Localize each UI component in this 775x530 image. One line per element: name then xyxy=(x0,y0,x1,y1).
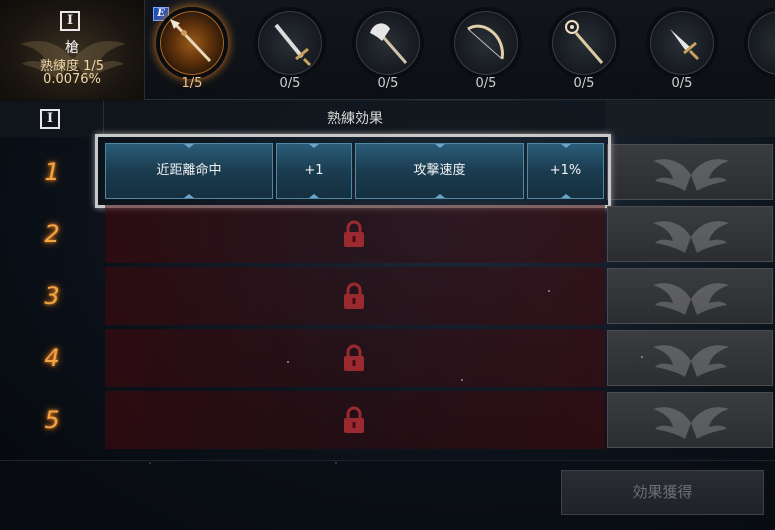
effects-title: 熟練効果 xyxy=(327,111,383,127)
weapon-slot-bow[interactable]: 0/5 xyxy=(444,7,528,97)
row-number: 1 xyxy=(44,158,60,186)
proficiency-percent: 0.0076% xyxy=(43,72,101,87)
staff-icon xyxy=(548,7,620,79)
weapon-count: 0/5 xyxy=(475,76,497,91)
effects-header: 熟練効果 xyxy=(0,101,775,137)
dagger-icon xyxy=(646,7,718,79)
row-side-slot xyxy=(607,330,773,386)
weapon-count: 0/5 xyxy=(279,76,301,91)
effect-row-locked: 2 xyxy=(0,205,775,263)
row-number: 4 xyxy=(44,344,60,372)
locked-effect-slot xyxy=(105,205,605,263)
weapon-count: 1/5 xyxy=(181,76,203,91)
rank-one-icon: I xyxy=(60,11,80,31)
sparkle xyxy=(548,290,550,292)
row-side-slot xyxy=(607,268,773,324)
weapon-count: 0/5 xyxy=(671,76,693,91)
weapon-slot-spear[interactable]: 1/5 xyxy=(150,7,234,97)
sparkle xyxy=(287,361,289,363)
wings-emblem-icon xyxy=(653,407,729,439)
effect-label-cell[interactable]: 攻撃速度 xyxy=(355,143,524,199)
row-number: 5 xyxy=(44,406,60,434)
weapon-slot-staff[interactable]: 0/5 xyxy=(542,7,626,97)
effect-row-locked: 4 xyxy=(0,329,775,387)
acquire-effect-button[interactable]: 効果獲得 xyxy=(561,470,764,515)
weapon-count: 0/5 xyxy=(377,76,399,91)
header-side-cell xyxy=(606,101,775,137)
weapon-slot-partial[interactable] xyxy=(738,7,775,97)
sword-icon xyxy=(254,7,326,79)
effect-value-cell[interactable]: +1 xyxy=(276,143,352,199)
row-side-slot xyxy=(607,392,773,448)
effect-value-cell[interactable]: +1% xyxy=(527,143,604,199)
rank-one-icon: I xyxy=(40,109,60,129)
weapon-selector: E 1/5 0/5 0/5 0/5 0/5 0/5 xyxy=(145,0,775,100)
partial-weapon-icon xyxy=(744,7,775,79)
lock-icon xyxy=(344,220,364,247)
weapon-info-panel: I 槍 熟練度 1/5 0.0076% xyxy=(0,0,145,100)
weapon-name: 槍 xyxy=(65,40,79,56)
locked-effect-slot xyxy=(105,391,605,449)
weapon-slot-axe[interactable]: 0/5 xyxy=(346,7,430,97)
row-number: 2 xyxy=(44,220,60,248)
lock-icon xyxy=(344,282,364,309)
effect-row-locked: 5 xyxy=(0,391,775,449)
weapon-count: 0/5 xyxy=(573,76,595,91)
effect-row-locked: 3 xyxy=(0,267,775,325)
row-side-slot xyxy=(607,144,773,200)
spear-icon xyxy=(156,7,228,79)
bow-icon xyxy=(450,7,522,79)
row-side-slot xyxy=(607,206,773,262)
effect-label-cell[interactable]: 近距離命中 xyxy=(105,143,273,199)
lock-icon xyxy=(344,406,364,433)
locked-effect-slot xyxy=(105,329,605,387)
axe-icon xyxy=(352,7,424,79)
wings-emblem-icon xyxy=(653,345,729,377)
weapon-slot-sword[interactable]: 0/5 xyxy=(248,7,332,97)
top-bar: I 槍 熟練度 1/5 0.0076% E 1/5 0/5 0/5 0/5 0/… xyxy=(0,0,775,100)
row-number: 3 xyxy=(44,282,60,310)
lock-icon xyxy=(344,344,364,371)
locked-effect-slot xyxy=(105,267,605,325)
sparkle xyxy=(461,379,463,381)
wings-emblem-icon xyxy=(653,159,729,191)
wings-emblem-icon xyxy=(653,221,729,253)
wings-emblem-icon xyxy=(653,283,729,315)
sparkle xyxy=(641,356,643,358)
weapon-slot-dagger[interactable]: 0/5 xyxy=(640,7,724,97)
